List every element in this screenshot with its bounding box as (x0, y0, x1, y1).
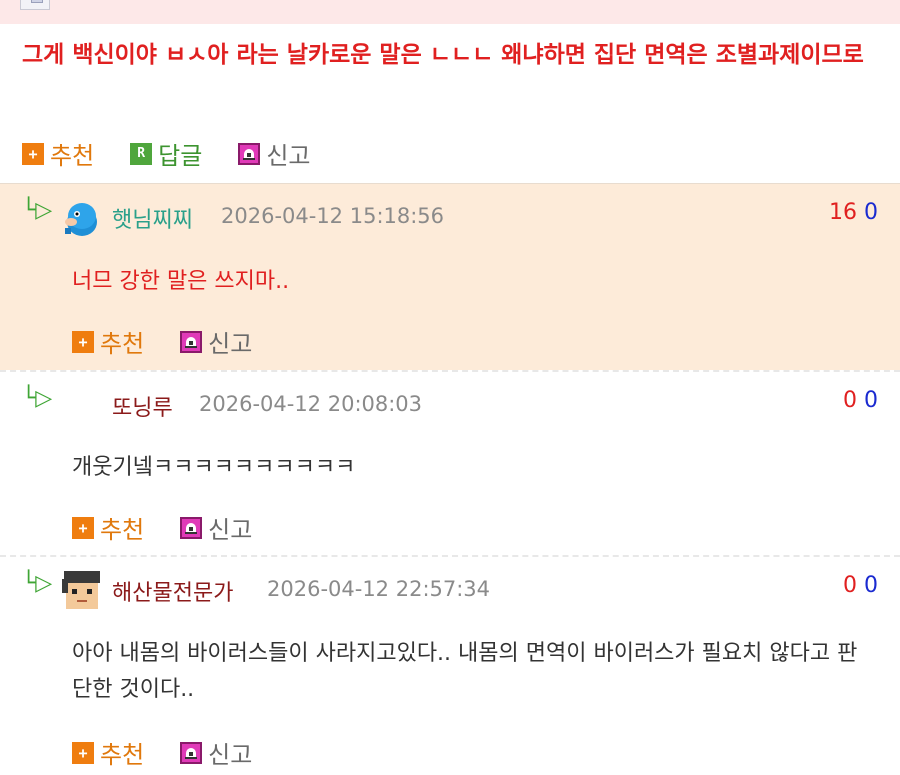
vote-counts: 0 0 (843, 573, 878, 598)
siren-icon (180, 741, 203, 764)
comment-text: 너므 강한 말은 쓰지마.. (72, 269, 290, 294)
report-button[interactable]: 신고 (238, 136, 311, 171)
report-button[interactable]: 신고 (180, 510, 252, 545)
comment-date: 2026-04-12 20:08:03 (199, 392, 423, 416)
recommend-label: 추천 (100, 741, 145, 769)
upvote-count: 0 (843, 573, 857, 598)
comment-actions: + 추천 신고 (72, 735, 288, 770)
recommend-button[interactable]: + 추천 (72, 735, 144, 770)
comment-item: └▷ 햇님찌찌 2026-04-12 15:18:56 16 0 너므 강한 말… (0, 183, 900, 370)
cropped-text-fragment: ◦ ̄ ◦ ̄ ◦ (70, 0, 140, 4)
upvote-count: 16 (829, 200, 857, 225)
plus-box-icon: + (72, 330, 94, 353)
avatar[interactable] (62, 198, 102, 238)
reply-arrow-icon: └▷ (22, 386, 53, 411)
vote-counts: 16 0 (829, 200, 878, 225)
report-button[interactable]: 신고 (180, 324, 252, 359)
avatar[interactable] (62, 569, 102, 609)
comment-date: 2026-04-12 22:57:34 (267, 577, 491, 601)
previous-comment-strip: ◦ ̄ ◦ ̄ ◦ (0, 0, 900, 24)
report-label: 신고 (208, 516, 253, 544)
recommend-label: 추천 (100, 330, 145, 358)
comment-actions: + 추천 신고 (72, 510, 288, 545)
reply-button[interactable]: R 답글 (130, 136, 202, 171)
recommend-button[interactable]: + 추천 (22, 136, 94, 171)
post-actions: + 추천 R 답글 신고 (22, 136, 347, 171)
comment-text: 개웃기넼ㅋㅋㅋㅋㅋㅋㅋㅋㅋㅋ (72, 455, 356, 480)
recommend-button[interactable]: + 추천 (72, 510, 144, 545)
reply-arrow-icon: └▷ (22, 198, 53, 223)
upvote-count: 0 (843, 388, 857, 413)
reply-arrow-icon: └▷ (22, 571, 53, 596)
comment-nickname[interactable]: 해산물전문가 (112, 575, 233, 607)
plus-box-icon: + (72, 516, 94, 539)
comment-date: 2026-04-12 15:18:56 (221, 204, 445, 228)
report-label: 신고 (208, 741, 253, 769)
downvote-count: 0 (864, 573, 878, 598)
comment-actions: + 추천 신고 (72, 324, 288, 359)
recommend-label: 추천 (50, 142, 95, 170)
plus-box-icon: + (22, 142, 44, 165)
r-box-icon: R (130, 142, 153, 165)
downvote-count: 0 (864, 388, 878, 413)
plus-box-icon: + (72, 741, 94, 764)
recommend-label: 추천 (100, 516, 145, 544)
comment-nickname[interactable]: 햇님찌찌 (112, 202, 193, 234)
comment-item: └▷ 해산물전문가 2026-04-12 22:57:34 0 0 아아 내몸의… (0, 555, 900, 775)
siren-icon (180, 330, 203, 353)
recommend-button[interactable]: + 추천 (72, 324, 144, 359)
report-label: 신고 (208, 330, 253, 358)
comment-text: 아아 내몸의 바이러스들이 사라지고있다.. 내몸의 면역이 바이러스가 필요치… (72, 641, 858, 702)
comment-nickname[interactable]: 또닝루 (112, 390, 173, 422)
downvote-count: 0 (864, 200, 878, 225)
vote-counts: 0 0 (843, 388, 878, 413)
reply-label: 답글 (158, 142, 203, 170)
siren-icon (180, 516, 203, 539)
image-thumbnail-icon[interactable] (20, 0, 50, 10)
post-text: 그게 백신이야 ㅂㅅ아 라는 날카로운 말은 ㄴㄴㄴ 왜냐하면 집단 면역은 조… (22, 42, 864, 68)
siren-icon (238, 142, 261, 165)
comment-item: └▷ 또닝루 2026-04-12 20:08:03 0 0 개웃기넼ㅋㅋㅋㅋㅋ… (0, 370, 900, 556)
report-button[interactable]: 신고 (180, 735, 252, 770)
report-label: 신고 (266, 142, 311, 170)
